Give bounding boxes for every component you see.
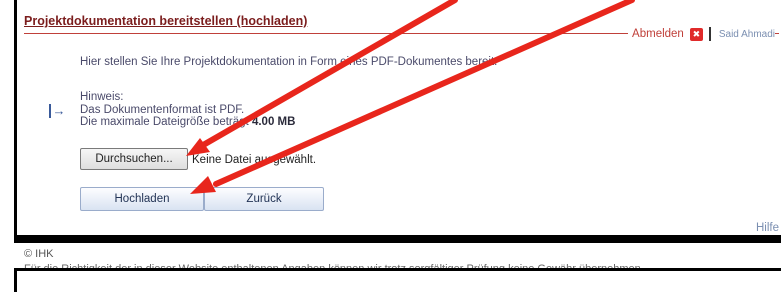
annotation-arrow-browse bbox=[186, 0, 458, 156]
annotation-arrows bbox=[186, 0, 635, 194]
annotation-arrow-upload bbox=[190, 0, 635, 194]
